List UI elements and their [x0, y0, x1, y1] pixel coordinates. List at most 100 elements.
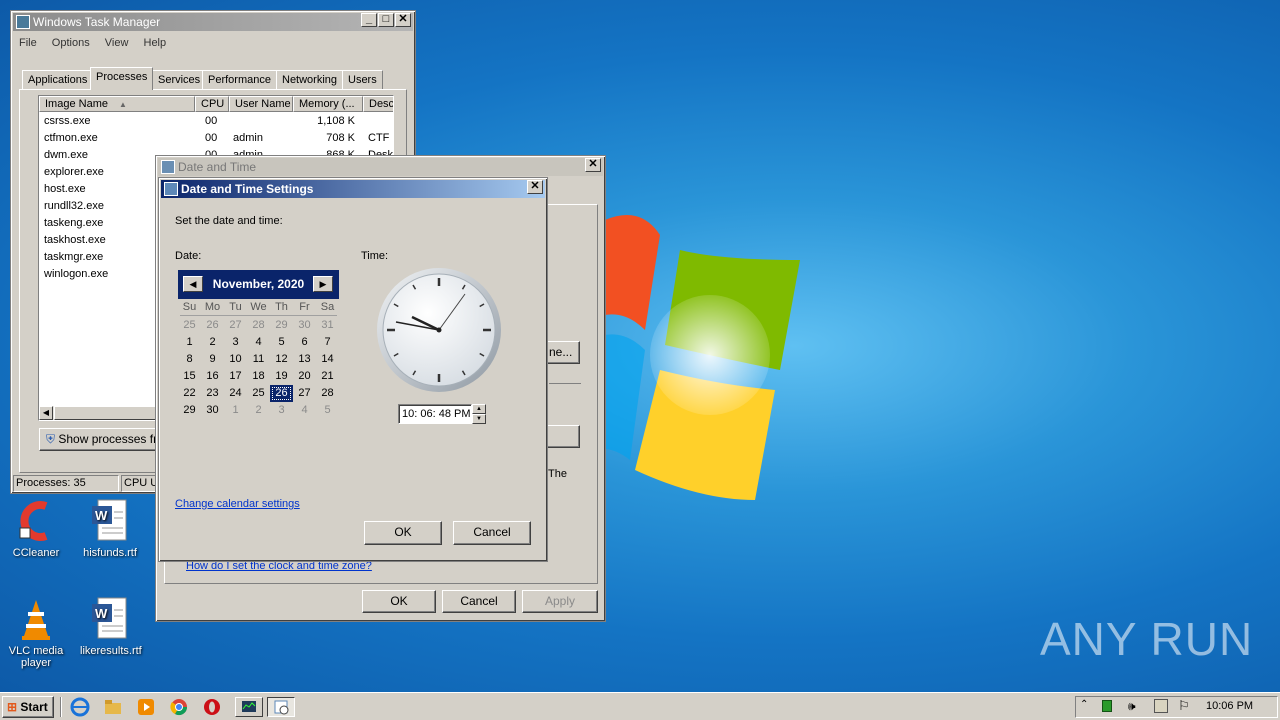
calendar-day[interactable]: 30: [201, 402, 224, 419]
network-icon[interactable]: [1154, 699, 1168, 713]
calendar-day[interactable]: 29: [270, 317, 293, 334]
calendar-day[interactable]: 17: [224, 368, 247, 385]
media-player-icon[interactable]: [136, 697, 158, 717]
calendar-day[interactable]: 27: [293, 385, 316, 402]
calendar-day[interactable]: 7: [316, 334, 339, 351]
security-status-icon[interactable]: [1102, 700, 1112, 712]
date-time-titlebar[interactable]: Date and Time: [158, 158, 603, 176]
calendar-day[interactable]: 5: [316, 402, 339, 419]
opera-icon[interactable]: [202, 697, 224, 717]
tab-applications[interactable]: Applications: [22, 70, 94, 89]
column-user-name[interactable]: User Name: [229, 96, 293, 112]
change-calendar-settings-link[interactable]: Change calendar settings: [175, 498, 300, 510]
maximize-button[interactable]: □: [378, 13, 394, 27]
chrome-icon[interactable]: [169, 697, 191, 717]
calendar-day[interactable]: 15: [178, 368, 201, 385]
time-spin-up[interactable]: ▲: [472, 404, 486, 414]
calendar-day[interactable]: 26: [201, 317, 224, 334]
tab-performance[interactable]: Performance: [202, 70, 277, 89]
calendar-day[interactable]: 4: [293, 402, 316, 419]
prev-month-button[interactable]: ◀: [183, 276, 203, 292]
calendar-day[interactable]: 19: [270, 368, 293, 385]
calendar-day[interactable]: 25: [178, 317, 201, 334]
change-time-zone-button[interactable]: [546, 425, 580, 448]
calendar-day[interactable]: 1: [224, 402, 247, 419]
show-hidden-icons-icon[interactable]: ⌃: [1080, 699, 1088, 710]
ok-button[interactable]: OK: [362, 590, 436, 613]
desktop-icon-vlc[interactable]: VLC media player: [6, 596, 66, 669]
menu-view[interactable]: View: [105, 37, 129, 49]
cancel-button[interactable]: Cancel: [453, 521, 531, 545]
settings-titlebar[interactable]: Date and Time Settings: [161, 180, 545, 198]
ok-button[interactable]: OK: [364, 521, 442, 545]
show-all-processes-button[interactable]: ⛨ Show processes fr: [39, 428, 167, 451]
close-button[interactable]: ✕: [585, 158, 601, 172]
time-spin-down[interactable]: ▼: [472, 414, 486, 424]
taskbar-task-manager[interactable]: [235, 697, 263, 717]
calendar-day[interactable]: 29: [178, 402, 201, 419]
tab-services[interactable]: Services: [152, 70, 207, 89]
time-input[interactable]: 10: 06: 48 PM: [398, 404, 472, 424]
calendar-day[interactable]: 25: [247, 385, 270, 402]
cancel-button[interactable]: Cancel: [442, 590, 516, 613]
calendar-day[interactable]: 4: [247, 334, 270, 351]
calendar-day[interactable]: 27: [224, 317, 247, 334]
menu-file[interactable]: File: [19, 37, 37, 49]
clock[interactable]: 10:06 PM: [1206, 700, 1253, 712]
calendar-day[interactable]: 1: [178, 334, 201, 351]
close-button[interactable]: ✕: [395, 13, 411, 27]
calendar-day[interactable]: 20: [293, 368, 316, 385]
column-cpu[interactable]: CPU: [195, 96, 229, 112]
calendar-day[interactable]: 11: [247, 351, 270, 368]
calendar-day[interactable]: 28: [316, 385, 339, 402]
calendar-day[interactable]: 22: [178, 385, 201, 402]
column-memory[interactable]: Memory (...: [293, 96, 363, 112]
apply-button[interactable]: Apply: [522, 590, 598, 613]
column-description[interactable]: Desc: [363, 96, 393, 112]
calendar-day[interactable]: 12: [270, 351, 293, 368]
menu-options[interactable]: Options: [52, 37, 90, 49]
desktop-icon-ccleaner[interactable]: CCleaner: [6, 498, 66, 559]
calendar-day[interactable]: 16: [201, 368, 224, 385]
tab-users[interactable]: Users: [342, 70, 383, 89]
desktop-icon-hisfunds[interactable]: W hisfunds.rtf: [80, 498, 140, 559]
task-manager-titlebar[interactable]: Windows Task Manager: [13, 13, 413, 31]
calendar-day[interactable]: 10: [224, 351, 247, 368]
action-center-flag-icon[interactable]: ⚐: [1178, 698, 1190, 714]
calendar-day[interactable]: 23: [201, 385, 224, 402]
calendar-day[interactable]: 9: [201, 351, 224, 368]
table-row[interactable]: csrss.exe 00 1,108 K: [39, 113, 389, 130]
calendar-day[interactable]: 8: [178, 351, 201, 368]
tab-processes[interactable]: Processes: [90, 67, 154, 90]
calendar-day[interactable]: 3: [224, 334, 247, 351]
file-explorer-icon[interactable]: [103, 697, 125, 717]
internet-explorer-icon[interactable]: [70, 697, 92, 717]
calendar-day[interactable]: 31: [316, 317, 339, 334]
calendar-day[interactable]: 6: [293, 334, 316, 351]
calendar-day[interactable]: 3: [270, 402, 293, 419]
menu-help[interactable]: Help: [144, 37, 167, 49]
tab-networking[interactable]: Networking: [276, 70, 344, 89]
change-date-time-button[interactable]: ne...: [546, 341, 580, 364]
column-image-name[interactable]: Image Name ▲: [39, 96, 195, 112]
calendar-day[interactable]: 30: [293, 317, 316, 334]
calendar-day[interactable]: 2: [201, 334, 224, 351]
start-button[interactable]: ⊞ Start: [2, 696, 54, 718]
calendar-day[interactable]: 18: [247, 368, 270, 385]
close-button[interactable]: ✕: [527, 180, 543, 194]
calendar-day[interactable]: 26: [270, 385, 293, 402]
table-row[interactable]: ctfmon.exe00admin708 KCTF I: [39, 130, 389, 161]
next-month-button[interactable]: ▶: [313, 276, 333, 292]
calendar-day[interactable]: 5: [270, 334, 293, 351]
scroll-left-button[interactable]: ◀: [39, 406, 53, 420]
calendar-day[interactable]: 24: [224, 385, 247, 402]
month-year-label[interactable]: November, 2020: [213, 277, 304, 291]
volume-icon[interactable]: 🕪: [1128, 699, 1136, 714]
calendar-day[interactable]: 21: [316, 368, 339, 385]
calendar-day[interactable]: 13: [293, 351, 316, 368]
minimize-button[interactable]: _: [361, 13, 377, 27]
calendar-day[interactable]: 14: [316, 351, 339, 368]
scroll-thumb[interactable]: [54, 406, 164, 420]
desktop-icon-likeresults[interactable]: W likeresults.rtf: [80, 596, 142, 657]
calendar-day[interactable]: 28: [247, 317, 270, 334]
